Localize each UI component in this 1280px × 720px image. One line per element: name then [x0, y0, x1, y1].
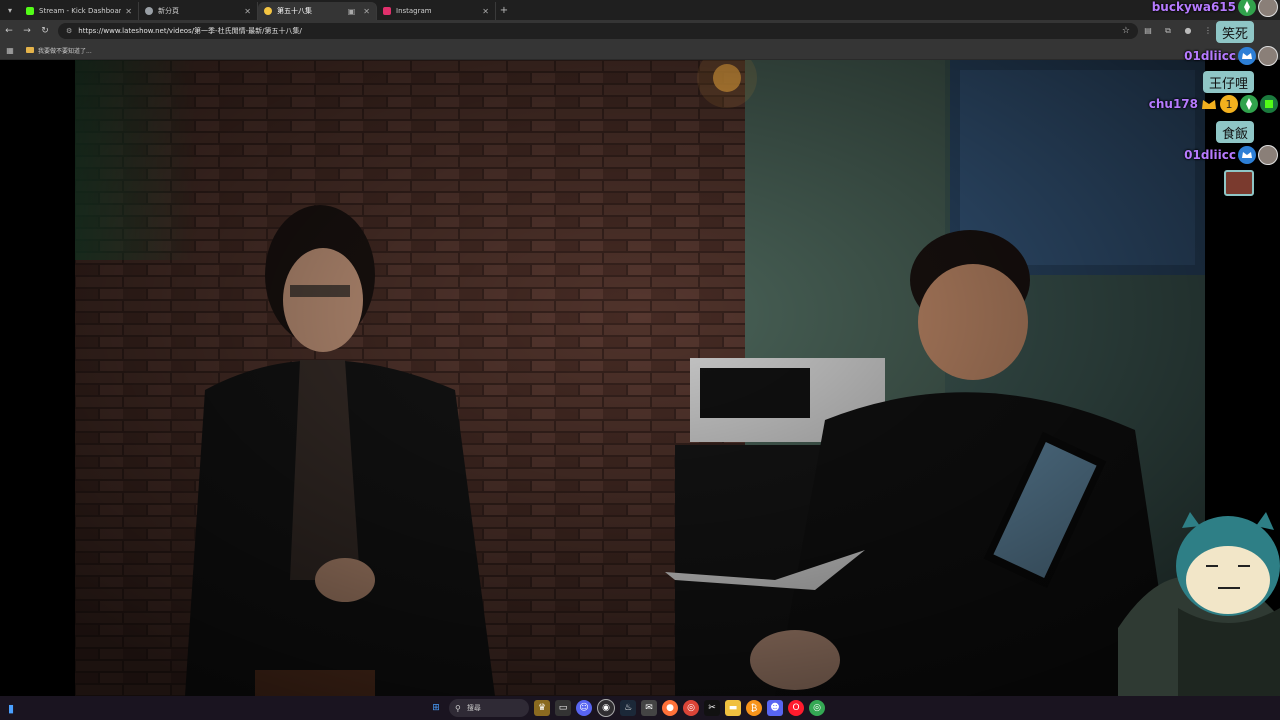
chat-user-row: buckywa615	[1152, 0, 1278, 17]
site-info-icon[interactable]: ⚙	[66, 27, 72, 35]
chat-user-row: 01dliicc	[1184, 46, 1278, 66]
tab-new-tab[interactable]: 新分頁 ✕	[139, 2, 258, 20]
close-icon[interactable]: ✕	[363, 7, 370, 16]
firefox-icon[interactable]: ●	[662, 700, 678, 716]
search-icon: ⚲	[455, 703, 461, 713]
tab-title: Stream - Kick Dashboard	[39, 7, 122, 15]
gift-badge-icon	[1240, 95, 1258, 113]
search-label: 搜尋	[466, 704, 481, 712]
one-badge-icon: 1	[1220, 95, 1238, 113]
bookmark-item[interactable]: 我要做不要知道了...	[26, 46, 92, 55]
apps-grid-icon[interactable]: ▦	[0, 46, 20, 55]
back-icon[interactable]: ←	[0, 26, 18, 36]
chat-message: 食飯	[1215, 121, 1254, 143]
task-view-icon[interactable]: ▭	[555, 700, 571, 716]
emote-image	[1224, 170, 1254, 196]
bookmark-label: 我要做不要知道了...	[38, 47, 92, 55]
discord-alt-icon[interactable]: ☻	[767, 700, 783, 716]
close-icon[interactable]: ✕	[482, 7, 489, 16]
chrome-alt-icon[interactable]: ◎	[809, 700, 825, 716]
avatar	[1258, 0, 1278, 17]
chrome-icon[interactable]: ◎	[683, 700, 699, 716]
site-icon	[264, 7, 272, 15]
chat-message: 笑死	[1215, 21, 1254, 43]
tab-episode-58[interactable]: 第五十八集 ▣ ✕	[258, 2, 377, 20]
globe-icon	[145, 7, 153, 15]
capcut-icon[interactable]: ✂	[704, 700, 720, 716]
instagram-icon	[383, 7, 391, 15]
forward-icon[interactable]: →	[18, 26, 36, 36]
chat-username: buckywa615	[1151, 0, 1236, 14]
chat-user-row: chu178 1	[1149, 95, 1278, 113]
chat-username: 01dliicc	[1184, 49, 1236, 63]
kick-icon	[26, 7, 34, 15]
files-icon[interactable]: ▬	[725, 700, 741, 716]
new-tab-button[interactable]: +	[496, 5, 512, 16]
opera-icon[interactable]: O	[788, 700, 804, 716]
chat-username: 01dliicc	[1184, 148, 1236, 162]
bookmarks-bar: ▦ 我要做不要知道了...	[0, 41, 1280, 60]
tab-title: Instagram	[396, 7, 432, 15]
crown-badge-icon	[1238, 47, 1256, 65]
snorlax-face	[1186, 546, 1270, 614]
stream-chat-overlay: buckywa615 笑死 01dliicc 王仔哩 chu178 1 食飯 0…	[1130, 0, 1280, 200]
star-icon[interactable]: ☆	[1122, 26, 1130, 36]
tab-strip: ▾ Stream - Kick Dashboard ✕ 新分頁 ✕ 第五十八集 …	[0, 0, 1280, 20]
game-icon[interactable]: ♛	[534, 700, 550, 716]
video-player[interactable]	[75, 60, 1205, 696]
avatar	[1258, 46, 1278, 66]
chevron-down-icon[interactable]: ▾	[0, 0, 20, 20]
discord-icon[interactable]: ☺	[576, 700, 592, 716]
close-icon[interactable]: ✕	[244, 7, 251, 16]
crown-badge-icon	[1238, 146, 1256, 164]
obs-icon[interactable]: ◉	[597, 699, 615, 717]
video-frame	[75, 60, 1205, 696]
snorlax-avatar	[1118, 512, 1280, 696]
gift-badge-icon	[1238, 0, 1256, 16]
address-bar[interactable]: ⚙ https://www.lateshow.net/videos/第一季-杜氏…	[58, 22, 1138, 39]
folder-icon	[26, 47, 34, 53]
webcam-overlay	[1118, 508, 1280, 696]
widgets-icon[interactable]: ▮	[0, 702, 22, 715]
taskbar-apps: ⊞ ⚲ 搜尋 ♛ ▭ ☺ ◉ ♨ ✉ ● ◎ ✂ ▬ ₿ ☻ O ◎	[428, 696, 825, 720]
browser-toolbar: ← → ↻ ⚙ https://www.lateshow.net/videos/…	[0, 20, 1280, 41]
chat-username: chu178	[1148, 97, 1198, 111]
mail-icon[interactable]: ✉	[641, 700, 657, 716]
windows-icon[interactable]: ⊞	[428, 700, 444, 716]
crown-gold-icon	[1202, 100, 1216, 109]
chat-message: 王仔哩	[1202, 71, 1254, 93]
reload-icon[interactable]: ↻	[36, 26, 54, 36]
svg-text:1: 1	[1226, 98, 1233, 111]
kick-badge-icon	[1260, 95, 1278, 113]
tab-title: 第五十八集	[277, 7, 312, 15]
steam-icon[interactable]: ♨	[620, 700, 636, 716]
tab-title: 新分頁	[158, 7, 179, 15]
bitcoin-icon[interactable]: ₿	[746, 700, 762, 716]
close-icon[interactable]: ✕	[125, 7, 132, 16]
url-text: https://www.lateshow.net/videos/第一季-杜氏閒情…	[78, 26, 302, 35]
tab-kick-dashboard[interactable]: Stream - Kick Dashboard ✕	[20, 2, 139, 20]
taskbar: ▮ ⊞ ⚲ 搜尋 ♛ ▭ ☺ ◉ ♨ ✉ ● ◎ ✂ ▬ ₿ ☻ O ◎	[0, 696, 1280, 720]
pip-icon[interactable]: ▣	[348, 7, 356, 16]
tab-instagram[interactable]: Instagram ✕	[377, 2, 496, 20]
search-input[interactable]: ⚲ 搜尋	[449, 699, 529, 717]
chat-user-row: 01dliicc	[1184, 145, 1278, 165]
avatar	[1258, 145, 1278, 165]
